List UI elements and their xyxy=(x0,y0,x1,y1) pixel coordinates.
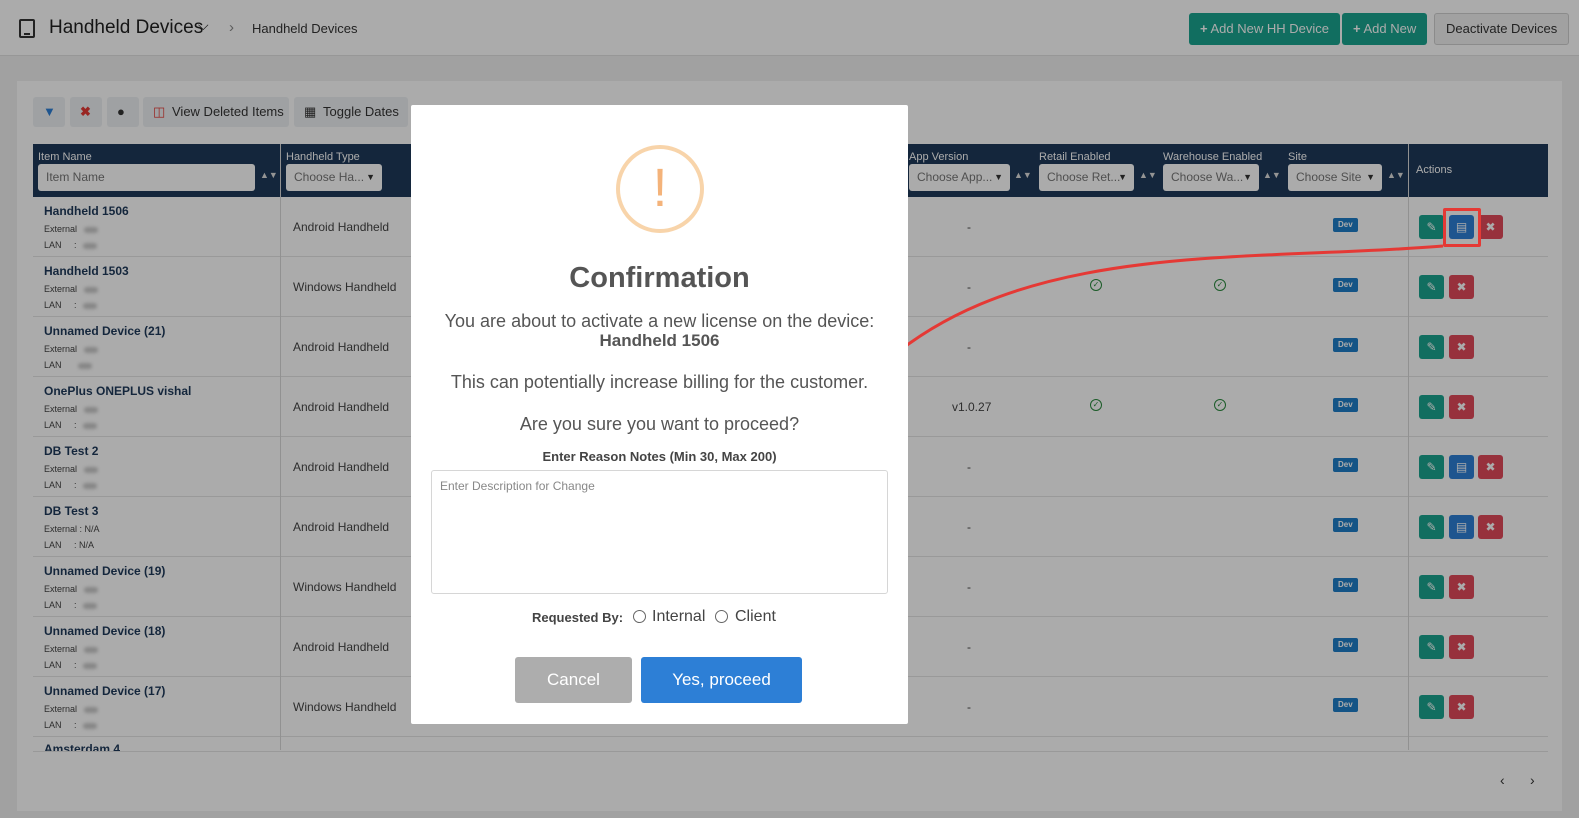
exclamation-icon: ! xyxy=(616,145,704,233)
dialog-question: Are you sure you want to proceed? xyxy=(519,414,800,434)
reason-notes-textarea[interactable] xyxy=(431,470,888,594)
dialog-device-name: Handheld 1506 xyxy=(599,331,720,350)
reason-notes-label: Enter Reason Notes (Min 30, Max 200) xyxy=(542,449,777,464)
internal-radio-label[interactable]: Internal xyxy=(652,608,705,626)
client-radio-label[interactable]: Client xyxy=(735,608,776,626)
client-radio[interactable] xyxy=(715,610,728,623)
dialog-title: Confirmation xyxy=(569,262,750,294)
internal-radio[interactable] xyxy=(633,610,646,623)
yes-proceed-button[interactable]: Yes, proceed xyxy=(641,657,802,703)
confirmation-dialog: ! Confirmation You are about to activate… xyxy=(411,105,908,724)
requested-by-label: Requested By: xyxy=(532,610,624,625)
dialog-billing-warning: This can potentially increase billing fo… xyxy=(450,372,869,392)
cancel-button[interactable]: Cancel xyxy=(515,657,632,703)
dialog-message: You are about to activate a new license … xyxy=(444,311,875,331)
